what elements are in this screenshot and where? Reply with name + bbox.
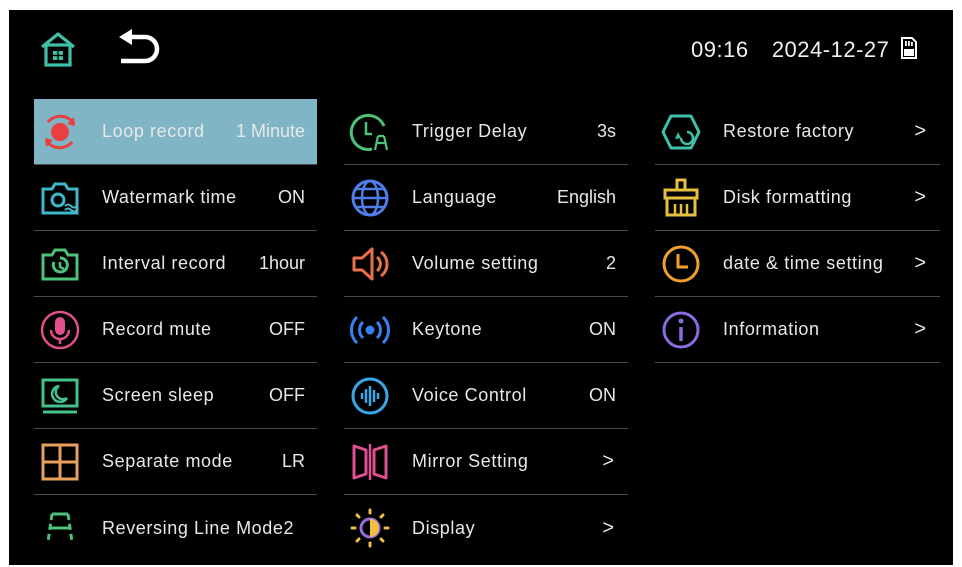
menu-value: ON: [278, 187, 305, 207]
menu-label: Reversing Line Mode2: [102, 517, 295, 538]
info-icon: [659, 308, 703, 352]
globe-icon: [348, 176, 392, 220]
menu-item-volume-setting[interactable]: Volume setting 2: [344, 231, 628, 297]
menu-label: Voice Control: [412, 385, 527, 405]
menu-label: Interval record: [102, 253, 227, 273]
menu-label: Information: [723, 319, 820, 339]
menu-item-information[interactable]: Information >: [655, 297, 940, 363]
menu-item-display[interactable]: Display >: [344, 495, 628, 561]
menu-item-voice-control[interactable]: Voice Control ON: [344, 363, 628, 429]
menu-label: Screen sleep: [102, 385, 215, 405]
menu-label: date & time setting: [723, 253, 884, 273]
microphone-icon: [38, 308, 82, 352]
menu-item-screen-sleep[interactable]: Screen sleep OFF: [34, 363, 317, 429]
settings-column-left: Loop record 1 Minute Watermark time ON I…: [34, 99, 317, 561]
trigger-delay-icon: [348, 110, 392, 154]
menu-label: Keytone: [412, 319, 483, 339]
clock-icon: [659, 242, 703, 286]
menu-value: OFF: [269, 319, 305, 339]
menu-label: Disk formatting: [723, 187, 853, 207]
menu-value: OFF: [269, 385, 305, 405]
menu-label: Watermark time: [102, 187, 237, 207]
menu-value: 2: [605, 253, 616, 273]
menu-item-date-time-setting[interactable]: date & time setting >: [655, 231, 940, 297]
settings-column-right: Restore factory > Disk formatting > date…: [655, 99, 940, 363]
chevron-right-icon: >: [914, 252, 926, 274]
chevron-right-icon: >: [602, 516, 614, 539]
chevron-right-icon: >: [914, 186, 926, 208]
time-text: 09:16: [691, 37, 749, 62]
menu-label: Trigger Delay: [412, 121, 528, 141]
menu-item-interval-record[interactable]: Interval record 1hour: [34, 231, 317, 297]
menu-value: English: [556, 187, 616, 207]
menu-label: Loop record: [102, 121, 205, 141]
chevron-right-icon: >: [914, 120, 926, 142]
loop-record-icon: [38, 110, 82, 154]
menu-item-loop-record[interactable]: Loop record 1 Minute: [34, 99, 317, 165]
menu-label: Separate mode: [102, 451, 233, 471]
menu-value: 1 Minute: [235, 121, 305, 141]
menu-item-disk-formatting[interactable]: Disk formatting >: [655, 165, 940, 231]
home-icon[interactable]: [38, 29, 78, 69]
menu-value: ON: [589, 385, 616, 405]
restore-factory-icon: [659, 110, 703, 154]
reversing-line-icon: [38, 506, 82, 550]
menu-item-record-mute[interactable]: Record mute OFF: [34, 297, 317, 363]
status-clock: 09:16 2024-12-27: [691, 37, 889, 63]
menu-item-trigger-delay[interactable]: Trigger Delay 3s: [344, 99, 628, 165]
menu-item-reversing-line[interactable]: Reversing Line Mode2: [34, 495, 317, 561]
menu-label: Restore factory: [723, 121, 855, 141]
chevron-right-icon: >: [602, 450, 614, 472]
date-text: 2024-12-27: [771, 37, 890, 62]
menu-item-keytone[interactable]: Keytone ON: [344, 297, 628, 363]
volume-icon: [348, 242, 392, 286]
interval-camera-icon: [38, 242, 82, 286]
mirror-icon: [348, 440, 392, 484]
broom-icon: [659, 176, 703, 220]
menu-value: ON: [589, 319, 616, 339]
settings-screen: 09:16 2024-12-27 Loop record 1 Minute Wa…: [9, 10, 953, 565]
menu-label: Display: [412, 517, 476, 538]
menu-item-mirror-setting[interactable]: Mirror Setting >: [344, 429, 628, 495]
menu-label: Language: [412, 187, 497, 207]
chevron-right-icon: >: [914, 318, 926, 340]
back-arrow-icon[interactable]: [115, 29, 161, 67]
menu-label: Mirror Setting: [412, 451, 529, 471]
sd-card-icon: [901, 37, 917, 59]
watermark-camera-icon: [38, 176, 82, 220]
settings-column-middle: Trigger Delay 3s Language English Volume…: [344, 99, 628, 561]
grid-icon: [38, 440, 82, 484]
menu-item-restore-factory[interactable]: Restore factory >: [655, 99, 940, 165]
voice-control-icon: [348, 374, 392, 418]
menu-label: Volume setting: [412, 253, 539, 273]
brightness-icon: [348, 506, 392, 550]
menu-item-language[interactable]: Language English: [344, 165, 628, 231]
menu-item-separate-mode[interactable]: Separate mode LR: [34, 429, 317, 495]
menu-value: 3s: [596, 121, 616, 141]
menu-item-watermark-time[interactable]: Watermark time ON: [34, 165, 317, 231]
menu-value: LR: [281, 451, 305, 471]
keytone-icon: [348, 308, 392, 352]
menu-label: Record mute: [102, 319, 212, 339]
screen-sleep-icon: [38, 374, 82, 418]
menu-value: 1hour: [258, 253, 305, 273]
